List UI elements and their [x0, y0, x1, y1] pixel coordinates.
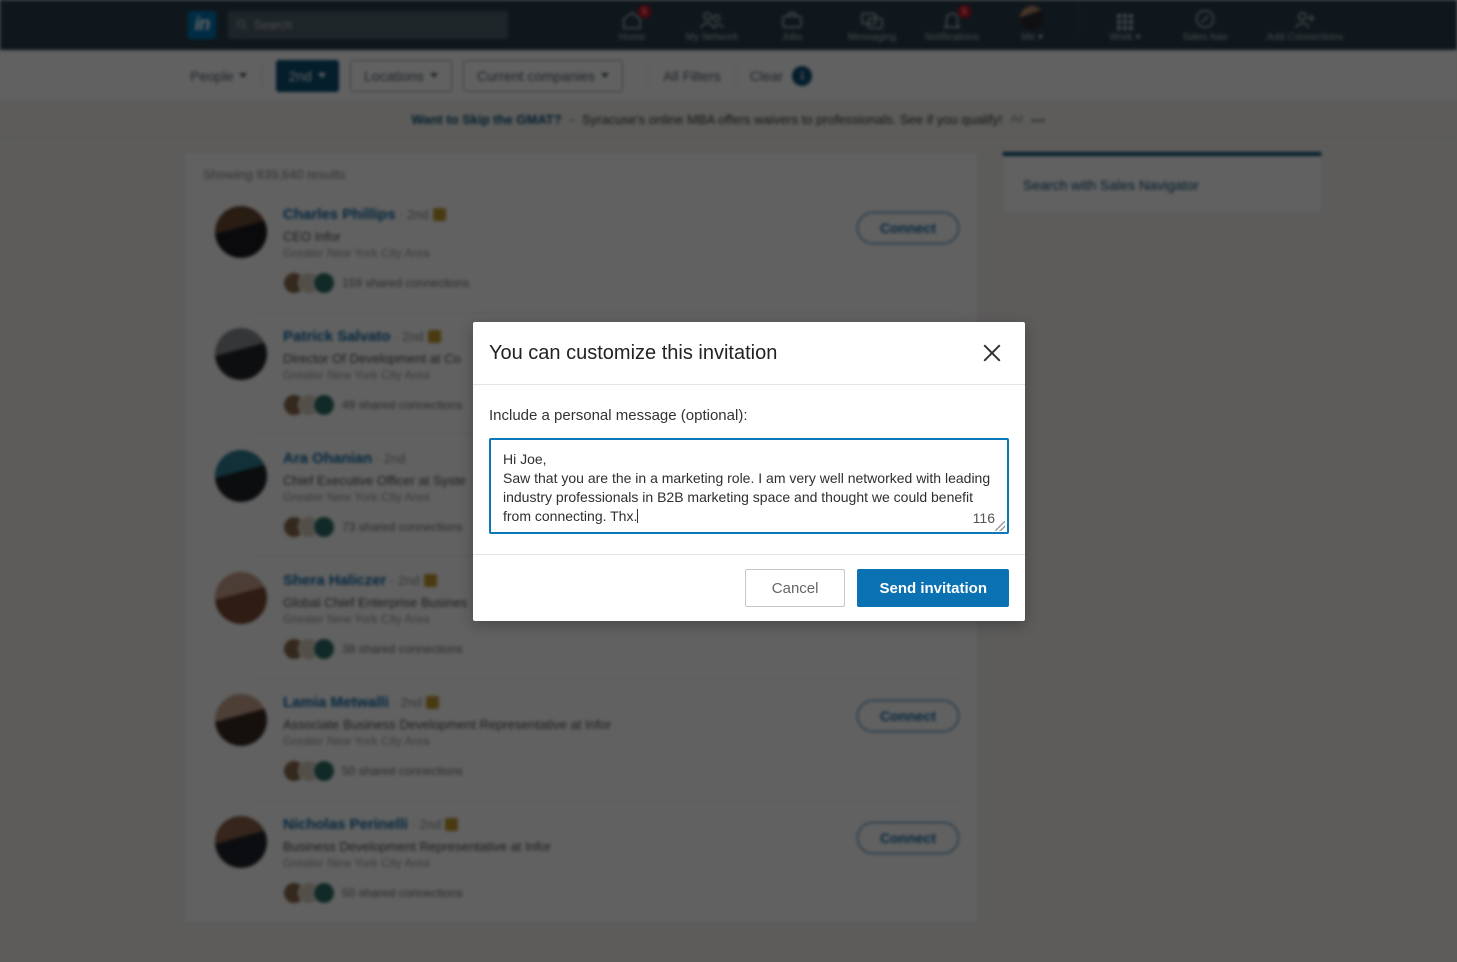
- modal-header: You can customize this invitation: [473, 322, 1025, 385]
- close-icon[interactable]: [979, 340, 1005, 366]
- modal-title: You can customize this invitation: [489, 341, 778, 364]
- text-cursor: [637, 509, 639, 523]
- resize-handle-icon[interactable]: [995, 521, 1005, 531]
- personal-message-label: Include a personal message (optional):: [489, 407, 748, 424]
- message-textarea-wrapper: Hi Joe, Saw that you are the in a market…: [489, 438, 1009, 534]
- cancel-button[interactable]: Cancel: [744, 569, 846, 607]
- character-counter: 116: [972, 510, 995, 526]
- customize-invitation-modal: You can customize this invitation Includ…: [473, 322, 1025, 621]
- send-invitation-button[interactable]: Send invitation: [857, 569, 1009, 607]
- modal-footer: Cancel Send invitation: [473, 554, 1025, 621]
- modal-body: Include a personal message (optional): H…: [473, 385, 1025, 554]
- message-textarea[interactable]: Hi Joe, Saw that you are the in a market…: [491, 440, 1007, 532]
